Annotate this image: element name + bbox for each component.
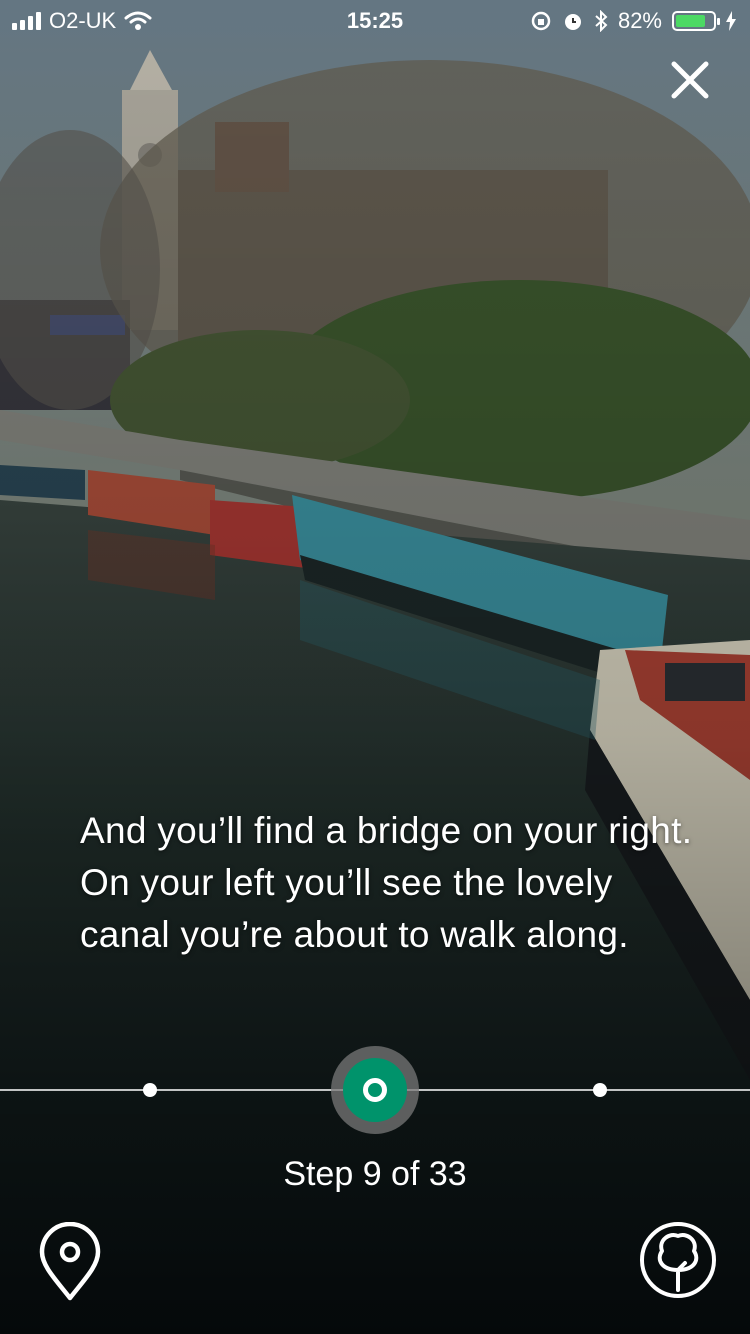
tree-icon <box>640 1222 716 1298</box>
charging-icon <box>726 11 736 31</box>
tree-button[interactable] <box>638 1220 718 1300</box>
step-instruction: And you’ll find a bridge on your right. … <box>80 810 693 955</box>
bluetooth-icon <box>595 10 608 32</box>
walk-step-screen: O2-UK 15:25 82% And you’ll find a bridge… <box>0 0 750 1334</box>
status-bar: O2-UK 15:25 82% <box>0 0 750 40</box>
close-icon <box>671 61 709 99</box>
battery-percent: 82% <box>617 8 662 33</box>
current-step-ring-icon <box>363 1078 387 1102</box>
current-step-marker-fill <box>343 1058 407 1122</box>
battery-level-fill <box>676 15 705 27</box>
current-step-marker[interactable] <box>331 1046 419 1134</box>
previous-step-dot[interactable] <box>143 1083 157 1097</box>
step-counter: Step 9 of 33 <box>283 1155 467 1193</box>
battery-icon <box>672 11 720 31</box>
alarm-icon <box>564 14 581 30</box>
close-button[interactable] <box>662 52 718 108</box>
map-pin-icon <box>39 1221 101 1301</box>
status-bar-right: 82% <box>530 8 736 34</box>
map-button[interactable] <box>36 1221 104 1302</box>
rotation-lock-icon <box>531 11 551 31</box>
next-step-dot[interactable] <box>593 1083 607 1097</box>
